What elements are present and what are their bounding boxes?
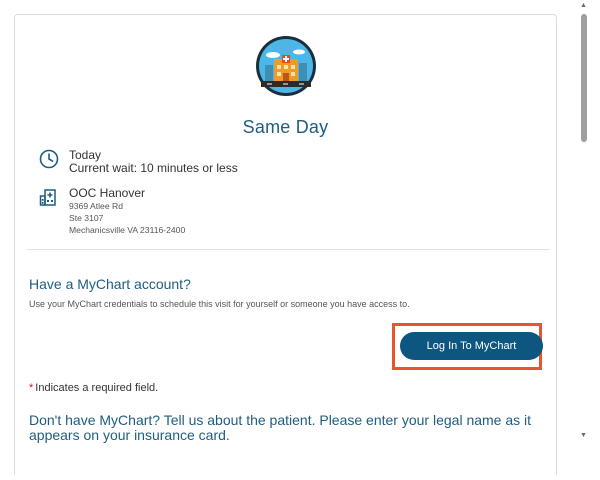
address-line-2: Ste 3107 <box>69 213 104 223</box>
location-details: OOC Hanover 9369 Atlee Rd Ste 3107 Mecha… <box>69 187 185 236</box>
scroll-up-arrow-icon[interactable]: ▲ <box>580 2 587 10</box>
clock-icon <box>39 149 59 169</box>
required-asterisk: * <box>29 382 34 394</box>
login-to-mychart-button[interactable]: Log In To MyChart <box>400 332 543 360</box>
location-name: OOC Hanover <box>69 186 146 200</box>
required-note-text: Indicates a required field. <box>35 382 159 394</box>
visit-type-title: Same Day <box>242 117 329 137</box>
scroll-down-arrow-icon[interactable]: ▼ <box>580 432 587 440</box>
scrollbar-thumb[interactable] <box>581 14 587 142</box>
current-wait: Current wait: 10 minutes or less <box>69 161 238 175</box>
hospital-location-icon <box>39 189 56 206</box>
patient-info-heading: Don't have MyChart? Tell us about the pa… <box>29 412 532 443</box>
required-field-note: * Indicates a required field. <box>29 382 158 394</box>
mychart-description: Use your MyChart credentials to schedule… <box>29 299 410 309</box>
address-line-3: Mechanicsville VA 23116-2400 <box>69 225 186 235</box>
section-divider <box>27 249 550 250</box>
scheduling-card: Same Day Today Current wait: 10 minutes … <box>14 14 557 475</box>
visit-time: Today Current wait: 10 minutes or less <box>69 149 238 175</box>
vertical-scrollbar[interactable]: ▲ ▼ <box>578 0 590 448</box>
mychart-heading: Have a MyChart account? <box>29 276 191 292</box>
hospital-building-icon <box>256 36 316 96</box>
address-line-1: 9369 Atlee Rd <box>69 201 123 211</box>
